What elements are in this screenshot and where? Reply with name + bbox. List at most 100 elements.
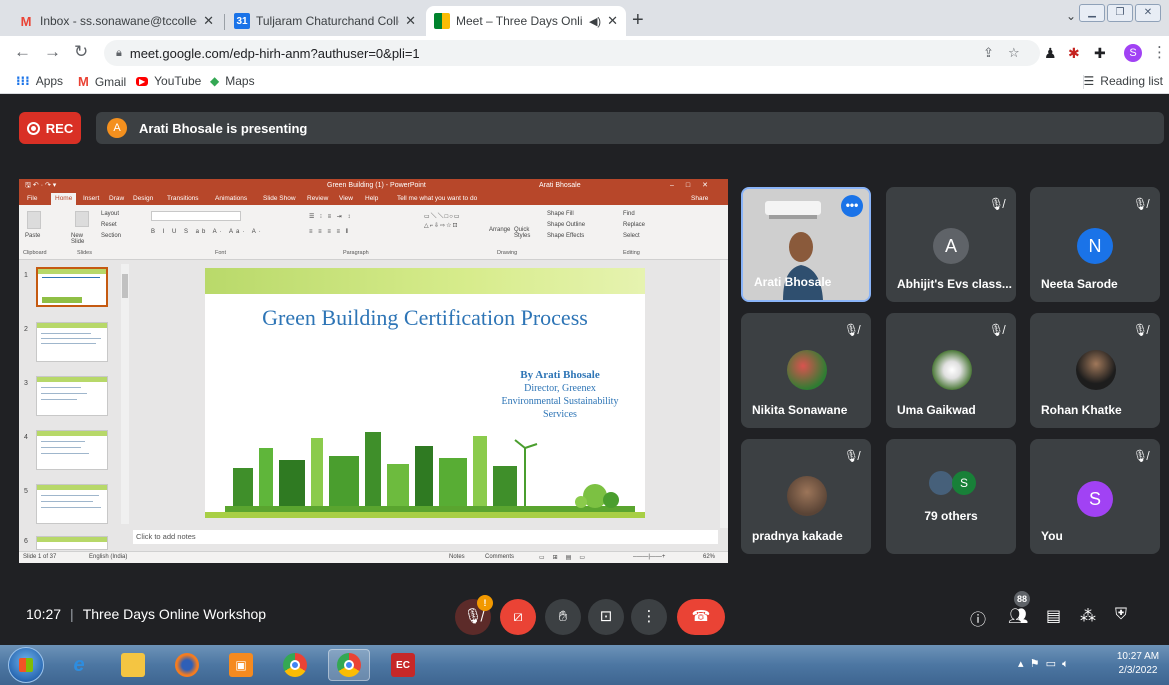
- ppt-tab-home[interactable]: Home: [51, 193, 77, 205]
- participant-tile-rohan[interactable]: 🎙︎̸ Rohan Khatke: [1030, 313, 1160, 428]
- slide-thumbnail[interactable]: [36, 536, 108, 550]
- thumbnail-scrollbar[interactable]: [121, 264, 129, 524]
- participant-tile-arati[interactable]: ••• Arati Bhosale: [741, 187, 871, 302]
- taskbar-explorer[interactable]: [112, 649, 154, 681]
- bookmark-gmail[interactable]: M Gmail: [78, 74, 126, 89]
- present-now-button[interactable]: ⊡: [588, 599, 624, 635]
- taskbar-chrome-profile[interactable]: [328, 649, 370, 681]
- ppt-tab[interactable]: File: [27, 195, 37, 202]
- slide-thumbnail[interactable]: [36, 376, 108, 416]
- bookmark-apps[interactable]: ⁝⁝⁝ Apps: [16, 74, 63, 88]
- profile-avatar[interactable]: S: [1124, 44, 1142, 62]
- slide-thumbnail[interactable]: [36, 430, 108, 470]
- taskbar-clock[interactable]: 10:27 AM 2/3/2022: [1112, 650, 1164, 678]
- font-format-icons[interactable]: B I U S ab A· Aa· A·: [151, 229, 264, 235]
- share-icon[interactable]: ⇪: [983, 45, 994, 61]
- slide-thumbnail[interactable]: [36, 322, 108, 362]
- system-tray-icons[interactable]: ▴ ⚑ ▭ 🔈︎: [1018, 657, 1069, 671]
- participant-tile-others[interactable]: S 79 others: [886, 439, 1016, 554]
- zoom-level[interactable]: 62%: [703, 554, 715, 560]
- tab-college[interactable]: 31 Tuljaram Chaturchand College of ✕: [226, 6, 424, 36]
- participant-tile-neeta[interactable]: 🎙︎̸ N Neeta Sarode: [1030, 187, 1160, 302]
- maximize-button[interactable]: ❐: [1107, 4, 1133, 22]
- tab-meet[interactable]: Meet – Three Days Online W ◀) ✕: [426, 6, 626, 36]
- close-tab-icon[interactable]: ✕: [405, 13, 416, 29]
- ppt-tab[interactable]: Draw: [109, 195, 124, 202]
- tab-gmail-inbox[interactable]: M Inbox - ss.sonawane@tccollege.c ✕: [10, 6, 222, 36]
- minimize-button[interactable]: ▁: [1079, 4, 1105, 22]
- new-slide-icon[interactable]: [75, 211, 89, 227]
- zoom-slider[interactable]: –——|——+: [633, 554, 665, 560]
- ppt-tell-me[interactable]: Tell me what you want to do: [397, 195, 477, 202]
- close-window-button[interactable]: ✕: [1135, 4, 1161, 22]
- font-name-box[interactable]: [151, 211, 241, 221]
- paragraph-icons[interactable]: ☰ ⁝ ≡ ⇥ ↕: [309, 213, 352, 220]
- chrome-icon: [283, 653, 307, 677]
- app-icon: EC: [391, 653, 415, 677]
- youtube-icon: ▶: [136, 76, 149, 86]
- ppt-tab[interactable]: Slide Show: [263, 195, 296, 202]
- address-bar[interactable]: 🔒︎ meet.google.com/edp-hirh-anm?authuser…: [104, 40, 1040, 66]
- people-icon[interactable]: 👥︎: [1008, 606, 1028, 626]
- audio-playing-icon[interactable]: ◀): [589, 15, 601, 28]
- back-icon[interactable]: ←: [14, 42, 31, 62]
- view-buttons[interactable]: ▭⊞▤▭: [539, 554, 593, 561]
- taskbar-app[interactable]: EC: [382, 649, 424, 681]
- bookmark-maps[interactable]: ◆ Maps: [210, 74, 255, 88]
- shapes-gallery[interactable]: △⌐⇩⇨☆⊡: [424, 222, 459, 229]
- ppt-tab[interactable]: Transitions: [167, 195, 199, 202]
- align-icons[interactable]: ≡ ≡ ≡ ≡ ⫴: [309, 229, 350, 236]
- taskbar-ie[interactable]: e: [58, 649, 100, 681]
- extensions-puzzle-icon[interactable]: ✚: [1094, 45, 1106, 62]
- participant-tile-abhijit[interactable]: 🎙︎̸ A Abhijit's Evs class...: [886, 187, 1016, 302]
- host-controls-icon[interactable]: ⛨: [1115, 606, 1127, 624]
- participant-tile-pradnya[interactable]: 🎙︎̸ pradnya kakade: [741, 439, 871, 554]
- forward-icon[interactable]: →: [44, 42, 61, 62]
- ppt-tab[interactable]: Design: [133, 195, 153, 202]
- tab-search-icon[interactable]: ⌄: [1066, 9, 1076, 23]
- taskbar-chrome[interactable]: [274, 649, 316, 681]
- bookmark-youtube[interactable]: ▶ YouTube: [136, 74, 201, 88]
- comments-button[interactable]: Comments: [485, 554, 514, 560]
- close-tab-icon[interactable]: ✕: [607, 13, 618, 29]
- notes-pane[interactable]: Click to add notes: [133, 530, 718, 544]
- ppt-tab[interactable]: Insert: [83, 195, 99, 202]
- notes-button[interactable]: Notes: [449, 554, 465, 560]
- start-button[interactable]: [8, 647, 44, 683]
- more-options-icon[interactable]: •••: [841, 195, 863, 217]
- chat-icon[interactable]: ▤: [1046, 606, 1061, 626]
- camera-toggle-button[interactable]: ⧄: [500, 599, 536, 635]
- shapes-gallery[interactable]: ▭＼＼□○▭: [424, 211, 461, 220]
- current-slide[interactable]: Green Building Certification Process By …: [205, 268, 645, 518]
- green-city-illustration: [225, 432, 635, 512]
- new-tab-button[interactable]: +: [632, 9, 644, 32]
- reading-list-button[interactable]: ☰ Reading list: [1084, 74, 1163, 88]
- ppt-tab[interactable]: Animations: [215, 195, 247, 202]
- slide-thumbnail[interactable]: [36, 484, 108, 524]
- slide-thumbnail[interactable]: [36, 267, 108, 307]
- leave-call-button[interactable]: ☎︎: [677, 599, 725, 635]
- extension-icon[interactable]: ♟: [1044, 45, 1057, 62]
- ppt-share-button[interactable]: Share: [691, 195, 708, 202]
- participant-tile-uma[interactable]: 🎙︎̸ Uma Gaikwad: [886, 313, 1016, 428]
- more-options-button[interactable]: ⋮: [631, 599, 667, 635]
- recording-indicator[interactable]: REC: [19, 112, 81, 144]
- meeting-details-icon[interactable]: ⓘ: [970, 606, 986, 630]
- chrome-menu-icon[interactable]: ⋮: [1152, 43, 1167, 61]
- participant-tile-nikita[interactable]: 🎙︎̸ Nikita Sonawane: [741, 313, 871, 428]
- slide-scrollbar[interactable]: [720, 260, 728, 528]
- reload-icon[interactable]: ↻: [74, 42, 88, 62]
- taskbar-firefox[interactable]: [166, 649, 208, 681]
- taskbar-media[interactable]: ▣: [220, 649, 262, 681]
- activities-icon[interactable]: ⁂: [1080, 606, 1096, 626]
- ppt-tab[interactable]: Review: [307, 195, 328, 202]
- close-tab-icon[interactable]: ✕: [203, 13, 214, 29]
- bookmark-star-icon[interactable]: ☆: [1008, 45, 1020, 61]
- raise-hand-button[interactable]: ✋︎: [545, 599, 581, 635]
- ppt-title-bar: 🖫 ↶ · ↷ ▾ Green Building (1) - PowerPoin…: [19, 179, 728, 193]
- participant-tile-you[interactable]: 🎙︎̸ S You: [1030, 439, 1160, 554]
- ppt-tab[interactable]: View: [339, 195, 353, 202]
- paste-icon[interactable]: [27, 211, 41, 229]
- extension-icon[interactable]: ✱: [1068, 45, 1080, 62]
- ppt-tab[interactable]: Help: [365, 195, 378, 202]
